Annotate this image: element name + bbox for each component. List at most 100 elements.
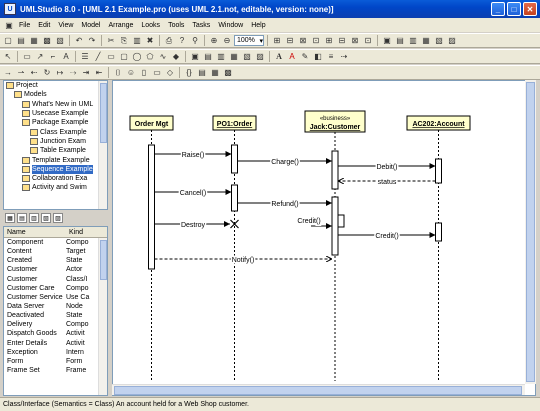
save-icon[interactable]: ▦ [28, 35, 40, 46]
message-notify[interactable]: Notify() [154, 256, 333, 266]
zoom-select[interactable]: 100% ▾ [234, 35, 264, 46]
shape-e-icon[interactable]: ▧ [241, 51, 253, 62]
cut-icon[interactable]: ✂ [105, 35, 117, 46]
lifeline-ac202-account[interactable]: AC202:Account [406, 115, 471, 381]
list-item[interactable]: Content Target [4, 247, 107, 256]
message-destroy[interactable]: Destroy [154, 219, 239, 231]
group-icon[interactable]: ▤ [394, 35, 406, 46]
menu-model[interactable]: Model [77, 22, 104, 29]
palette-tab-3[interactable]: ▥ [29, 213, 39, 223]
tree-item[interactable]: Sequence Example [4, 164, 107, 174]
found-message-icon[interactable]: ⇥ [80, 67, 92, 78]
tree-item[interactable]: Package Example [4, 118, 107, 127]
shape-b-icon[interactable]: ▤ [202, 51, 214, 62]
rounded-rect-icon[interactable]: ▢ [118, 51, 130, 62]
shape-a-icon[interactable]: ▣ [189, 51, 201, 62]
print-icon[interactable]: ⎙ [163, 35, 175, 46]
list-item[interactable]: Frame Set Frame [4, 366, 107, 375]
message-status[interactable]: status [338, 178, 436, 188]
help-icon[interactable]: ? [176, 35, 188, 46]
menu-edit[interactable]: Edit [34, 22, 54, 29]
list-item[interactable]: Customer Class/I [4, 275, 107, 284]
properties-icon[interactable]: ▨ [446, 35, 458, 46]
col-kind-header[interactable]: Kind [66, 227, 100, 237]
tree-item[interactable]: Junction Exam [4, 137, 107, 146]
menu-looks[interactable]: Looks [137, 22, 164, 29]
note-icon[interactable]: ▭ [21, 51, 33, 62]
activation-icon[interactable]: ▯ [138, 67, 150, 78]
list-item[interactable]: Exception Intern [4, 348, 107, 357]
font-color-icon[interactable]: A [286, 51, 298, 62]
palette-tab-4[interactable]: ▧ [41, 213, 51, 223]
canvas-hscrollbar[interactable] [112, 384, 525, 395]
align-bottom-icon[interactable]: ⊞ [323, 35, 335, 46]
activation-customer-2[interactable] [331, 196, 339, 256]
comment-icon[interactable]: ▤ [196, 67, 208, 78]
shape-c-icon[interactable]: ▥ [215, 51, 227, 62]
align-top-icon[interactable]: ⊡ [310, 35, 322, 46]
import-icon[interactable]: ▧ [54, 35, 66, 46]
palette-tab-1[interactable]: ▦ [5, 213, 15, 223]
anchor-icon[interactable]: ⌐ [47, 51, 59, 62]
distribute-icon[interactable]: ⊟ [336, 35, 348, 46]
activation-customer-1[interactable] [331, 150, 339, 190]
activation-account-1[interactable] [435, 158, 442, 184]
palette-tab-2[interactable]: ▤ [17, 213, 27, 223]
menu-arrange[interactable]: Arrange [104, 22, 137, 29]
menu-tasks[interactable]: Tasks [188, 22, 214, 29]
line-style-icon[interactable]: ≡ [325, 51, 337, 62]
list-item[interactable]: Customer Actor [4, 265, 107, 274]
list-item[interactable]: Data Server Node [4, 302, 107, 311]
tree-item[interactable]: Models [4, 90, 107, 99]
activation-po-2[interactable] [231, 184, 238, 212]
list-item[interactable]: Delivery Compo [4, 320, 107, 329]
list-item[interactable]: Customer Service Use Ca [4, 293, 107, 302]
maximize-button[interactable]: □ [507, 2, 521, 16]
ellipse-icon[interactable]: ◯ [131, 51, 143, 62]
message-refund[interactable]: Refund() [237, 200, 333, 210]
diagram-canvas[interactable]: Order Mgt PO1:Order «business» Jack:Cust… [112, 80, 536, 396]
sync-message-icon[interactable]: → [2, 67, 14, 78]
activation-order-mgt[interactable] [148, 144, 155, 270]
open-icon[interactable]: ▤ [15, 35, 27, 46]
activation-po-1[interactable] [231, 144, 238, 174]
select-icon[interactable]: ↖ [2, 51, 14, 62]
align-left-icon[interactable]: ⊞ [271, 35, 283, 46]
fill-color-icon[interactable]: ◧ [312, 51, 324, 62]
text-icon[interactable]: A [60, 51, 72, 62]
ungroup-icon[interactable]: ▥ [407, 35, 419, 46]
frame-icon[interactable]: ▩ [222, 67, 234, 78]
list-scrollbar[interactable] [98, 238, 107, 395]
list-item[interactable]: Form Form [4, 357, 107, 366]
diagram-icon[interactable]: ▦ [209, 67, 221, 78]
line-color-icon[interactable]: ✎ [299, 51, 311, 62]
polygon-icon[interactable]: ⬠ [144, 51, 156, 62]
message-cancel[interactable]: Cancel() [154, 189, 232, 199]
self-message-icon[interactable]: ↻ [41, 67, 53, 78]
message-raise[interactable]: Raise() [154, 151, 232, 161]
redo-icon[interactable]: ↷ [86, 35, 98, 46]
tree-item[interactable]: Template Example [4, 155, 107, 164]
zoom-out-icon[interactable]: ⊖ [221, 35, 233, 46]
col-name-header[interactable]: Name [4, 227, 66, 237]
actor-icon[interactable]: ☺ [125, 67, 137, 78]
align-right-icon[interactable]: ⊠ [297, 35, 309, 46]
font-icon[interactable]: A [273, 51, 285, 62]
menu-help[interactable]: Help [247, 22, 269, 29]
arrow-style-icon[interactable]: ⇢ [338, 51, 350, 62]
canvas-vscrollbar[interactable] [525, 80, 536, 384]
constraint-icon[interactable]: {} [183, 67, 195, 78]
list-icon[interactable]: ☰ [79, 51, 91, 62]
palette-tab-5[interactable]: ▨ [53, 213, 63, 223]
tree-item[interactable]: Project [4, 81, 107, 90]
layout-icon[interactable]: ▣ [381, 35, 393, 46]
tree-item[interactable]: Collaboration Exa [4, 174, 107, 183]
line-icon[interactable]: ╱ [92, 51, 104, 62]
grid-icon[interactable]: ⊡ [362, 35, 374, 46]
zoom-in-icon[interactable]: ⊕ [208, 35, 220, 46]
element-list[interactable]: Name Kind Component Compo Content Target Cre… [3, 226, 108, 396]
save-all-icon[interactable]: ▩ [41, 35, 53, 46]
minimize-button[interactable]: _ [491, 2, 505, 16]
create-message-icon[interactable]: ↦ [54, 67, 66, 78]
back-icon[interactable]: ▧ [433, 35, 445, 46]
